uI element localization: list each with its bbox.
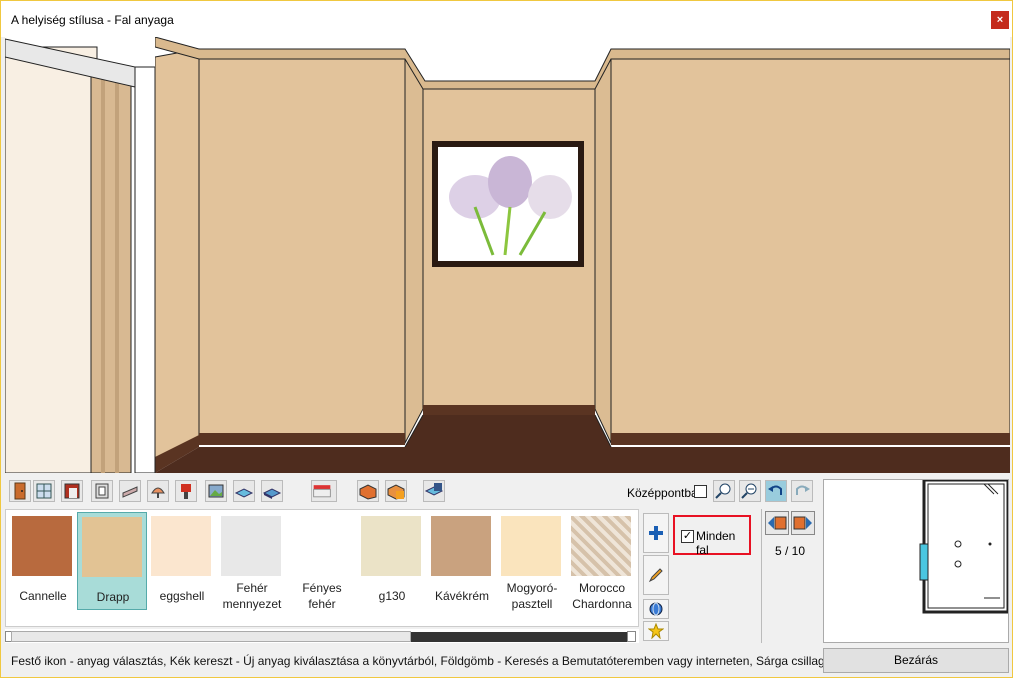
material-label: g130	[378, 589, 406, 603]
material-label: Kávékrém	[434, 589, 490, 603]
center-label: Középpontba	[627, 486, 698, 500]
title-bar: A helyiség stílusa - Fal anyaga ×	[1, 1, 1012, 37]
room-render	[5, 37, 1010, 473]
material-item[interactable]: Cannelle	[8, 512, 78, 610]
material-item[interactable]: Mogyoró-pasztell	[497, 512, 567, 611]
wall-page-indicator: 5 / 10	[775, 544, 806, 558]
material-scrollbar[interactable]	[5, 629, 639, 643]
prev-wall-icon	[768, 516, 787, 530]
window-icon[interactable]	[33, 480, 55, 502]
paint-icon[interactable]	[175, 480, 197, 502]
close-window-button[interactable]: ×	[991, 11, 1009, 29]
material-actions	[641, 509, 671, 643]
add-material-button[interactable]	[643, 513, 669, 553]
status-bar: Festő ikon - anyag választás, Kék keresz…	[5, 649, 881, 673]
all-walls-option: ✓ Minden fal	[673, 515, 751, 557]
material-swatch	[291, 516, 351, 576]
material-label: Cannelle	[19, 589, 67, 603]
material-label: Morocco Chardonna	[572, 581, 632, 611]
blue-cross-icon	[649, 526, 663, 540]
material-label: Fényes fehér	[302, 581, 342, 611]
search-online-button[interactable]	[643, 599, 669, 619]
material-swatch	[151, 516, 211, 576]
window-title: A helyiség stílusa - Fal anyaga	[11, 13, 174, 27]
undo-icon[interactable]	[765, 480, 787, 502]
zoom-out-icon[interactable]	[739, 480, 761, 502]
all-walls-checkbox[interactable]: ✓	[681, 530, 694, 543]
wall-brick2-icon[interactable]	[385, 480, 407, 502]
prev-wall-button[interactable]	[765, 511, 789, 535]
new-material-button[interactable]	[643, 621, 669, 641]
room-icon[interactable]	[423, 480, 445, 502]
skirting-icon[interactable]	[119, 480, 141, 502]
globe-icon	[649, 602, 663, 616]
door-icon[interactable]	[9, 480, 31, 502]
material-swatch	[361, 516, 421, 576]
dialog-window: A helyiség stílusa - Fal anyaga × Középp…	[0, 0, 1013, 678]
edit-material-button[interactable]	[643, 555, 669, 595]
floor2-icon[interactable]	[261, 480, 283, 502]
redo-icon[interactable]	[791, 480, 813, 502]
material-item-selected[interactable]: Drapp	[77, 512, 147, 610]
divider	[761, 509, 762, 643]
wall-brick-icon[interactable]	[357, 480, 379, 502]
material-list: Cannelle Drapp eggshell Fehér mennyezet …	[5, 509, 639, 627]
picture-icon[interactable]	[205, 480, 227, 502]
status-text: Festő ikon - anyag választás, Kék keresz…	[11, 654, 881, 668]
floor-plan-minimap[interactable]	[823, 479, 1009, 643]
close-button[interactable]: Bezárás	[823, 648, 1009, 673]
lamp-icon[interactable]	[147, 480, 169, 502]
material-item[interactable]: Morocco Chardonna	[567, 512, 637, 611]
material-swatch	[12, 516, 72, 576]
material-item[interactable]: Fényes fehér	[287, 512, 357, 611]
room-preview[interactable]	[5, 37, 1010, 473]
panel-icon[interactable]	[91, 480, 113, 502]
pencil-icon	[648, 568, 663, 583]
material-item[interactable]: eggshell	[147, 512, 217, 610]
material-category-toolbar: Középpontba	[5, 475, 817, 507]
all-walls-label: Minden fal	[696, 529, 736, 557]
material-swatch	[571, 516, 631, 576]
material-label: Fehér mennyezet	[222, 581, 282, 611]
material-label: Drapp	[96, 590, 130, 604]
center-checkbox[interactable]	[694, 485, 707, 498]
material-swatch	[82, 517, 142, 577]
scroll-right-arrow[interactable]	[627, 631, 636, 642]
next-wall-button[interactable]	[791, 511, 815, 535]
material-item[interactable]: Fehér mennyezet	[217, 512, 287, 611]
awning-icon[interactable]	[311, 480, 337, 502]
frame-icon[interactable]	[61, 480, 83, 502]
next-wall-icon	[793, 516, 812, 530]
yellow-star-icon	[648, 623, 664, 639]
scroll-thumb[interactable]	[11, 631, 411, 642]
zoom-in-icon[interactable]	[713, 480, 735, 502]
material-swatch	[501, 516, 561, 576]
material-item[interactable]: g130	[357, 512, 427, 610]
material-item[interactable]: Kávékrém	[427, 512, 497, 610]
floor-plan-render	[919, 480, 1008, 614]
material-swatch	[431, 516, 491, 576]
material-label: eggshell	[159, 589, 205, 603]
floor-icon[interactable]	[233, 480, 255, 502]
material-swatch	[221, 516, 281, 576]
material-label: Mogyoró-pasztell	[506, 581, 558, 611]
